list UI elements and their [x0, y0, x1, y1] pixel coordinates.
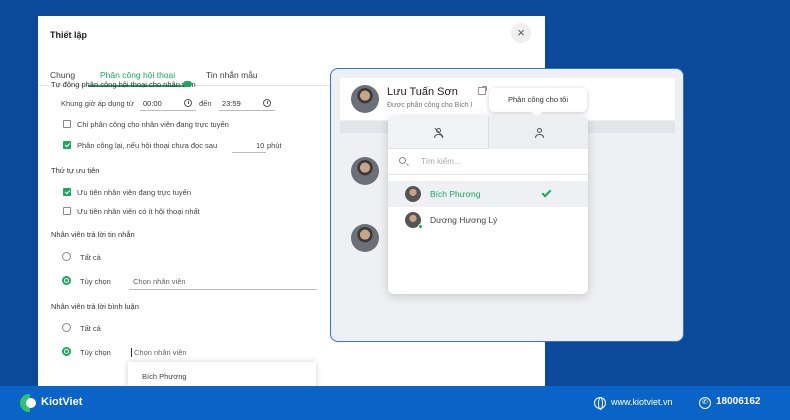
staff-item-duong-huong-ly[interactable]: Dương Hương Lý — [388, 207, 588, 233]
reassign-label: Phân công lại, nếu hội thoại chưa đọc sa… — [77, 141, 218, 150]
reply-message-custom-label: Tùy chọn — [80, 277, 111, 286]
time-from-underline — [140, 110, 196, 111]
avatar — [351, 157, 379, 185]
reply-message-staff-underline — [129, 289, 317, 290]
tab-templates[interactable]: Tin nhắn mẫu — [206, 70, 258, 80]
online-status-dot — [418, 224, 423, 229]
reply-comment-all-radio[interactable] — [62, 323, 71, 332]
staff-name: Bích Phương — [430, 189, 481, 199]
user-slash-icon — [434, 127, 444, 138]
online-only-label: Chỉ phân công cho nhân viên đang trực tu… — [77, 120, 229, 129]
search-input[interactable]: Tìm kiếm... — [421, 157, 461, 166]
phone-icon: ✆ — [699, 397, 711, 409]
chat-contact-name: Lưu Tuấn Sơn — [387, 86, 458, 98]
search-icon — [399, 157, 406, 164]
reply-message-title: Nhân viên trả lời tin nhắn — [51, 230, 135, 239]
reply-message-staff-input[interactable]: Chọn nhân viên — [133, 277, 186, 286]
priority-online-checkbox[interactable] — [63, 188, 71, 196]
reply-comment-staff-input[interactable]: Chọn nhân viên — [131, 348, 187, 357]
reply-comment-all-label: Tất cả — [80, 324, 101, 333]
time-frame-label: Khung giờ áp dụng từ — [61, 99, 134, 108]
footer-bar: KiotViet www.kiotviet.vn ✆ 18006162 — [0, 386, 790, 420]
kiotviet-logo-icon — [20, 394, 36, 412]
auto-assign-toggle[interactable] — [183, 81, 192, 87]
staff-search[interactable]: Tìm kiếm... — [388, 149, 588, 175]
external-link-icon[interactable] — [478, 86, 487, 95]
settings-title: Thiết lập — [50, 30, 88, 40]
clock-icon[interactable] — [184, 99, 192, 107]
online-only-checkbox[interactable] — [63, 120, 71, 128]
reply-comment-title: Nhân viên trả lời bình luận — [51, 302, 139, 311]
time-from-input[interactable]: 00:00 — [143, 99, 162, 108]
avatar — [405, 186, 421, 202]
priority-least-label: Ưu tiên nhân viên có ít hội thoại nhất — [77, 207, 200, 216]
reassign-checkbox[interactable] — [63, 141, 71, 149]
time-to-underline — [219, 110, 275, 111]
reply-comment-custom-radio[interactable] — [62, 347, 71, 356]
assign-popup: Tìm kiếm... Bích Phương Dương Hương Lý — [388, 117, 588, 294]
assign-tabs — [388, 117, 588, 149]
check-icon — [541, 187, 552, 198]
reply-message-all-radio[interactable] — [62, 252, 71, 261]
user-icon — [535, 128, 544, 138]
time-to-input[interactable]: 23:59 — [222, 99, 241, 108]
brand-name: KiotViet — [41, 396, 83, 408]
reply-message-custom-radio[interactable] — [62, 276, 71, 285]
unassign-tab[interactable] — [388, 117, 488, 149]
assign-to-me-tooltip: Phân công cho tôi — [489, 88, 587, 112]
close-button[interactable]: × — [511, 23, 531, 43]
tab-general[interactable]: Chung — [50, 70, 75, 80]
assigned-to-text: Được phân công cho Bích I — [387, 102, 473, 109]
priority-title: Thứ tự ưu tiên — [51, 166, 100, 175]
reassign-unit: phút — [267, 141, 282, 150]
priority-online-label: Ưu tiên nhân viên đang trực tuyến — [77, 188, 191, 197]
globe-icon — [594, 397, 606, 410]
reassign-minutes-underline — [232, 152, 266, 153]
clock-icon[interactable] — [263, 99, 271, 107]
to-label: đến — [199, 99, 212, 108]
priority-least-checkbox[interactable] — [63, 207, 71, 215]
website-link[interactable]: www.kiotviet.vn — [611, 397, 673, 407]
auto-assign-label: Tự động phân công hội thoại cho nhân viê… — [51, 80, 196, 89]
assign-to-me-tab[interactable] — [489, 117, 588, 149]
staff-item-bich-phuong[interactable]: Bích Phương — [388, 181, 588, 207]
avatar — [351, 85, 379, 113]
hotline-number[interactable]: 18006162 — [716, 396, 761, 407]
avatar — [351, 224, 379, 252]
dropdown-option[interactable]: Bích Phương — [142, 372, 187, 381]
reply-message-all-label: Tất cả — [80, 253, 101, 262]
reply-comment-custom-label: Tùy chọn — [80, 348, 111, 357]
staff-name: Dương Hương Lý — [430, 215, 498, 225]
reassign-minutes-input[interactable]: 10 — [256, 141, 264, 150]
tab-assignment[interactable]: Phân công hội thoại — [100, 70, 175, 80]
